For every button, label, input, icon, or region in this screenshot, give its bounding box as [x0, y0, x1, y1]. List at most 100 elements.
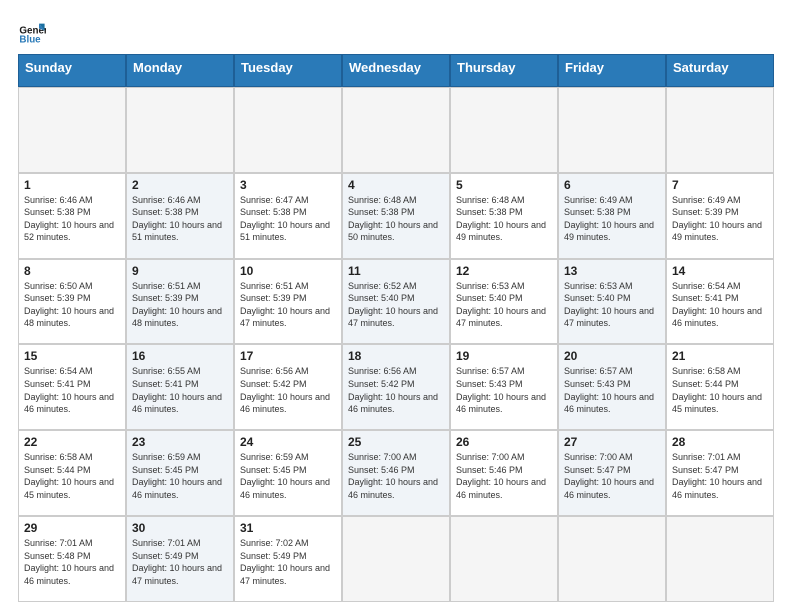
day-number: 16	[132, 349, 228, 363]
day-number: 3	[240, 178, 336, 192]
day-number: 26	[456, 435, 552, 449]
day-info: Sunrise: 6:54 AMSunset: 5:41 PMDaylight:…	[24, 365, 120, 415]
day-number: 12	[456, 264, 552, 278]
day-cell-22: 22 Sunrise: 6:58 AMSunset: 5:44 PMDaylig…	[18, 430, 126, 516]
day-number: 8	[24, 264, 120, 278]
day-cell-8: 8 Sunrise: 6:50 AMSunset: 5:39 PMDayligh…	[18, 259, 126, 345]
day-number: 23	[132, 435, 228, 449]
day-info: Sunrise: 6:58 AMSunset: 5:44 PMDaylight:…	[672, 365, 768, 415]
empty-cell	[666, 516, 774, 602]
day-cell-6: 6 Sunrise: 6:49 AMSunset: 5:38 PMDayligh…	[558, 173, 666, 259]
day-cell-11: 11 Sunrise: 6:52 AMSunset: 5:40 PMDaylig…	[342, 259, 450, 345]
day-info: Sunrise: 6:51 AMSunset: 5:39 PMDaylight:…	[132, 280, 228, 330]
day-number: 30	[132, 521, 228, 535]
empty-cell	[558, 87, 666, 173]
day-cell-3: 3 Sunrise: 6:47 AMSunset: 5:38 PMDayligh…	[234, 173, 342, 259]
day-number: 25	[348, 435, 444, 449]
day-number: 1	[24, 178, 120, 192]
day-info: Sunrise: 6:50 AMSunset: 5:39 PMDaylight:…	[24, 280, 120, 330]
day-info: Sunrise: 6:51 AMSunset: 5:39 PMDaylight:…	[240, 280, 336, 330]
calendar: SundayMondayTuesdayWednesdayThursdayFrid…	[18, 54, 774, 602]
day-info: Sunrise: 6:54 AMSunset: 5:41 PMDaylight:…	[672, 280, 768, 330]
day-number: 29	[24, 521, 120, 535]
day-info: Sunrise: 7:00 AMSunset: 5:47 PMDaylight:…	[564, 451, 660, 501]
day-info: Sunrise: 6:55 AMSunset: 5:41 PMDaylight:…	[132, 365, 228, 415]
day-number: 22	[24, 435, 120, 449]
day-info: Sunrise: 6:56 AMSunset: 5:42 PMDaylight:…	[348, 365, 444, 415]
day-cell-5: 5 Sunrise: 6:48 AMSunset: 5:38 PMDayligh…	[450, 173, 558, 259]
empty-cell	[450, 516, 558, 602]
empty-cell	[666, 87, 774, 173]
day-number: 31	[240, 521, 336, 535]
day-cell-17: 17 Sunrise: 6:56 AMSunset: 5:42 PMDaylig…	[234, 344, 342, 430]
day-number: 5	[456, 178, 552, 192]
day-info: Sunrise: 6:48 AMSunset: 5:38 PMDaylight:…	[348, 194, 444, 244]
day-info: Sunrise: 6:52 AMSunset: 5:40 PMDaylight:…	[348, 280, 444, 330]
day-number: 2	[132, 178, 228, 192]
empty-cell	[342, 516, 450, 602]
day-info: Sunrise: 6:57 AMSunset: 5:43 PMDaylight:…	[456, 365, 552, 415]
day-info: Sunrise: 7:01 AMSunset: 5:48 PMDaylight:…	[24, 537, 120, 587]
day-number: 4	[348, 178, 444, 192]
day-info: Sunrise: 7:01 AMSunset: 5:49 PMDaylight:…	[132, 537, 228, 587]
day-info: Sunrise: 7:01 AMSunset: 5:47 PMDaylight:…	[672, 451, 768, 501]
day-number: 27	[564, 435, 660, 449]
day-info: Sunrise: 7:00 AMSunset: 5:46 PMDaylight:…	[456, 451, 552, 501]
main-container: General Blue SundayMondayTuesdayWednesda…	[0, 0, 792, 612]
day-number: 21	[672, 349, 768, 363]
day-cell-19: 19 Sunrise: 6:57 AMSunset: 5:43 PMDaylig…	[450, 344, 558, 430]
day-cell-29: 29 Sunrise: 7:01 AMSunset: 5:48 PMDaylig…	[18, 516, 126, 602]
day-cell-30: 30 Sunrise: 7:01 AMSunset: 5:49 PMDaylig…	[126, 516, 234, 602]
day-number: 11	[348, 264, 444, 278]
day-header-thursday: Thursday	[450, 54, 558, 87]
day-number: 20	[564, 349, 660, 363]
day-cell-4: 4 Sunrise: 6:48 AMSunset: 5:38 PMDayligh…	[342, 173, 450, 259]
day-info: Sunrise: 6:46 AMSunset: 5:38 PMDaylight:…	[132, 194, 228, 244]
day-cell-26: 26 Sunrise: 7:00 AMSunset: 5:46 PMDaylig…	[450, 430, 558, 516]
day-number: 10	[240, 264, 336, 278]
day-info: Sunrise: 6:59 AMSunset: 5:45 PMDaylight:…	[240, 451, 336, 501]
day-number: 24	[240, 435, 336, 449]
day-header-wednesday: Wednesday	[342, 54, 450, 87]
day-number: 17	[240, 349, 336, 363]
day-number: 28	[672, 435, 768, 449]
day-cell-13: 13 Sunrise: 6:53 AMSunset: 5:40 PMDaylig…	[558, 259, 666, 345]
day-number: 14	[672, 264, 768, 278]
day-cell-24: 24 Sunrise: 6:59 AMSunset: 5:45 PMDaylig…	[234, 430, 342, 516]
day-info: Sunrise: 6:49 AMSunset: 5:39 PMDaylight:…	[672, 194, 768, 244]
day-info: Sunrise: 6:47 AMSunset: 5:38 PMDaylight:…	[240, 194, 336, 244]
empty-cell	[126, 87, 234, 173]
day-number: 19	[456, 349, 552, 363]
empty-cell	[558, 516, 666, 602]
day-cell-7: 7 Sunrise: 6:49 AMSunset: 5:39 PMDayligh…	[666, 173, 774, 259]
day-info: Sunrise: 6:53 AMSunset: 5:40 PMDaylight:…	[564, 280, 660, 330]
day-cell-28: 28 Sunrise: 7:01 AMSunset: 5:47 PMDaylig…	[666, 430, 774, 516]
day-header-sunday: Sunday	[18, 54, 126, 87]
day-cell-31: 31 Sunrise: 7:02 AMSunset: 5:49 PMDaylig…	[234, 516, 342, 602]
logo: General Blue	[18, 18, 52, 46]
day-info: Sunrise: 6:48 AMSunset: 5:38 PMDaylight:…	[456, 194, 552, 244]
day-info: Sunrise: 6:56 AMSunset: 5:42 PMDaylight:…	[240, 365, 336, 415]
day-number: 7	[672, 178, 768, 192]
day-info: Sunrise: 6:53 AMSunset: 5:40 PMDaylight:…	[456, 280, 552, 330]
logo-icon: General Blue	[18, 18, 46, 46]
day-cell-14: 14 Sunrise: 6:54 AMSunset: 5:41 PMDaylig…	[666, 259, 774, 345]
day-header-tuesday: Tuesday	[234, 54, 342, 87]
day-info: Sunrise: 6:57 AMSunset: 5:43 PMDaylight:…	[564, 365, 660, 415]
calendar-grid: SundayMondayTuesdayWednesdayThursdayFrid…	[18, 54, 774, 602]
day-info: Sunrise: 6:46 AMSunset: 5:38 PMDaylight:…	[24, 194, 120, 244]
day-info: Sunrise: 6:58 AMSunset: 5:44 PMDaylight:…	[24, 451, 120, 501]
day-info: Sunrise: 7:02 AMSunset: 5:49 PMDaylight:…	[240, 537, 336, 587]
day-cell-15: 15 Sunrise: 6:54 AMSunset: 5:41 PMDaylig…	[18, 344, 126, 430]
day-number: 18	[348, 349, 444, 363]
day-number: 9	[132, 264, 228, 278]
day-cell-16: 16 Sunrise: 6:55 AMSunset: 5:41 PMDaylig…	[126, 344, 234, 430]
day-cell-1: 1 Sunrise: 6:46 AMSunset: 5:38 PMDayligh…	[18, 173, 126, 259]
day-cell-9: 9 Sunrise: 6:51 AMSunset: 5:39 PMDayligh…	[126, 259, 234, 345]
day-header-friday: Friday	[558, 54, 666, 87]
day-cell-18: 18 Sunrise: 6:56 AMSunset: 5:42 PMDaylig…	[342, 344, 450, 430]
empty-cell	[234, 87, 342, 173]
day-number: 13	[564, 264, 660, 278]
svg-text:Blue: Blue	[19, 35, 41, 46]
day-info: Sunrise: 6:49 AMSunset: 5:38 PMDaylight:…	[564, 194, 660, 244]
